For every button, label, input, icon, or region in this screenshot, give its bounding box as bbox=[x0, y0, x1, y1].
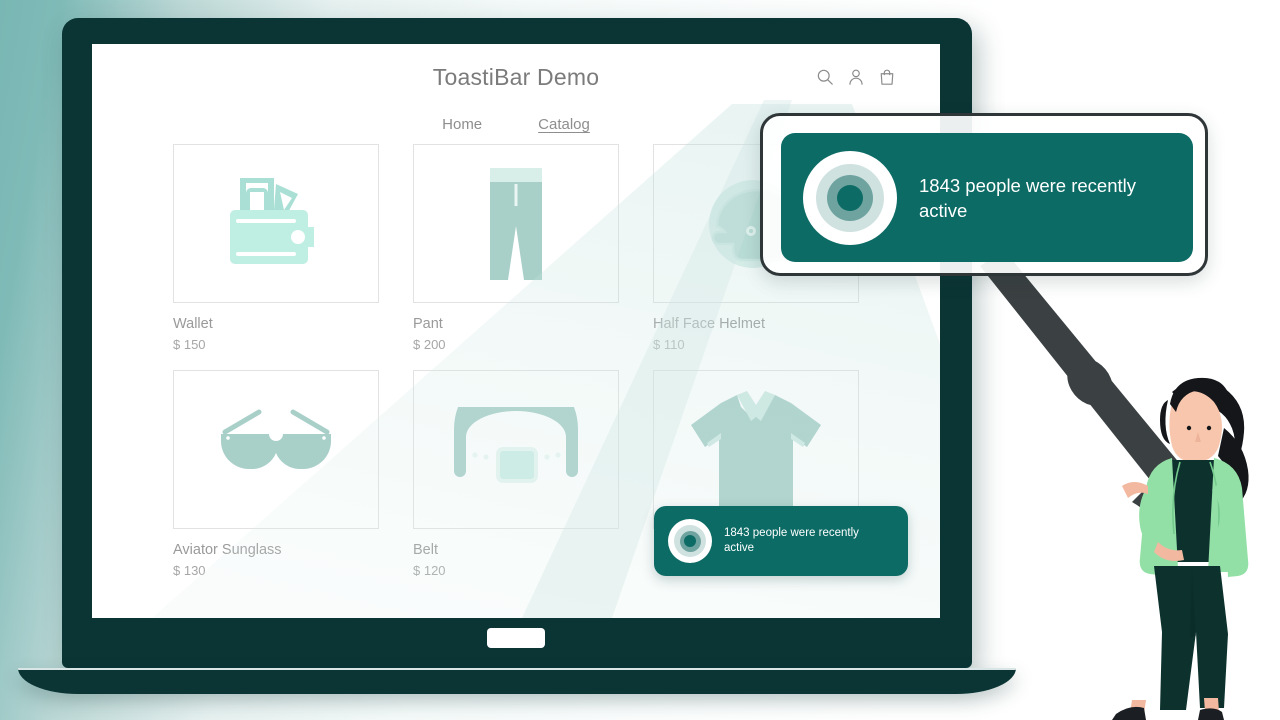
ripple-dot-icon bbox=[668, 519, 712, 563]
magnifier-zoom-panel: 1843 people were recently active bbox=[760, 113, 1208, 276]
product-card-pant[interactable]: Pant $ 200 bbox=[413, 144, 619, 352]
product-card-sunglass[interactable]: Aviator Sunglass $ 130 bbox=[173, 370, 379, 578]
nav-link-catalog[interactable]: Catalog bbox=[538, 116, 590, 135]
product-card-wallet[interactable]: Wallet $ 150 bbox=[173, 144, 379, 352]
product-price: $ 120 bbox=[413, 563, 446, 578]
laptop-trackpad bbox=[487, 628, 545, 648]
belt-icon bbox=[454, 406, 578, 483]
sunglass-icon bbox=[221, 409, 331, 469]
header-icon-group bbox=[816, 68, 896, 86]
toast-notification-small[interactable]: 1843 people were recently active bbox=[654, 506, 908, 576]
product-price: $ 150 bbox=[173, 337, 206, 352]
nav-link-home[interactable]: Home bbox=[442, 116, 482, 135]
product-price: $ 110 bbox=[653, 337, 685, 352]
product-thumbnail bbox=[413, 370, 619, 529]
pant-icon bbox=[490, 167, 542, 280]
product-name: Belt bbox=[413, 542, 438, 558]
product-thumbnail bbox=[173, 370, 379, 529]
product-thumbnail bbox=[413, 144, 619, 303]
laptop-base bbox=[18, 668, 1016, 694]
product-price: $ 200 bbox=[413, 337, 446, 352]
product-price: $ 130 bbox=[173, 563, 206, 578]
product-name: Pant bbox=[413, 316, 443, 332]
product-name: Aviator Sunglass bbox=[173, 542, 282, 558]
shopping-bag-icon[interactable] bbox=[878, 68, 896, 86]
search-icon[interactable] bbox=[816, 68, 834, 86]
person-illustration bbox=[1112, 377, 1249, 720]
toast-notification-large[interactable]: 1843 people were recently active bbox=[781, 133, 1193, 262]
user-icon[interactable] bbox=[847, 68, 865, 86]
polo-shirt-icon bbox=[691, 390, 821, 509]
product-name: Half Face Helmet bbox=[653, 316, 766, 332]
toast-message: 1843 people were recently active bbox=[919, 174, 1137, 221]
scene-background: ToastiBar Demo Home Catalog Wallet $ 150… bbox=[0, 0, 1280, 720]
product-name: Wallet bbox=[173, 316, 213, 332]
page-title: ToastiBar Demo bbox=[432, 64, 600, 90]
toast-message: 1843 people were recently active bbox=[724, 527, 859, 554]
product-thumbnail bbox=[173, 144, 379, 303]
wallet-icon bbox=[230, 177, 314, 264]
product-card-belt[interactable]: Belt $ 120 bbox=[413, 370, 619, 578]
store-header: ToastiBar Demo bbox=[92, 44, 940, 116]
ripple-dot-icon bbox=[803, 150, 897, 245]
